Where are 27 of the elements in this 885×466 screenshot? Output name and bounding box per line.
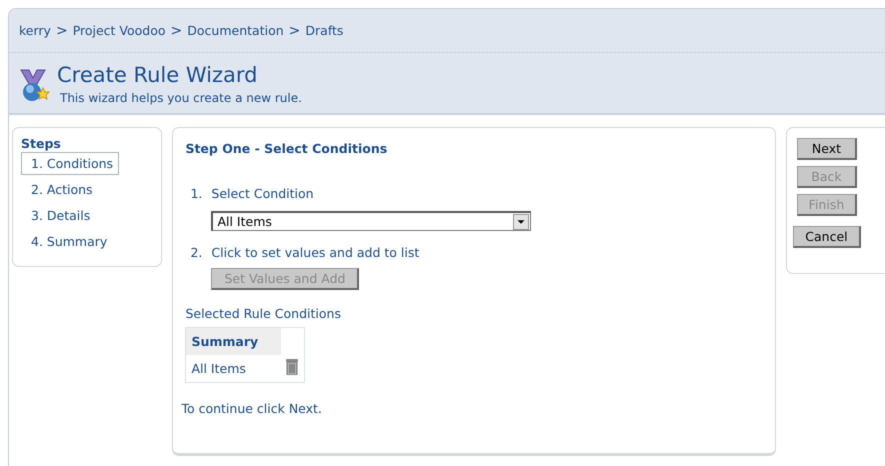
step-title: Step One - Select Conditions	[185, 141, 388, 156]
step-number: 1.	[190, 186, 202, 201]
wizard-button[interactable]: Next	[796, 138, 857, 160]
wizard-subtitle: This wizard helps you create a new rule.	[59, 91, 302, 105]
breadcrumb-link[interactable]: Project Voodoo	[72, 23, 166, 38]
breadcrumb-link[interactable]: Documentation	[187, 23, 284, 38]
step-number: 2.	[190, 245, 202, 260]
wizard-button[interactable]: Cancel	[792, 226, 861, 248]
column-header: Summary	[186, 328, 281, 355]
breadcrumb-link[interactable]: kerry	[19, 23, 51, 38]
step-item[interactable]: 4. Summary	[21, 230, 114, 253]
breadcrumb-separator: >	[170, 22, 182, 38]
table-cell: All Items	[186, 355, 281, 382]
condition-select[interactable]: All Items	[211, 211, 532, 231]
breadcrumb-separator: >	[56, 22, 68, 38]
step-item[interactable]: 1. Conditions	[21, 152, 120, 175]
field-label: Click to set values and add to list	[211, 245, 420, 260]
step-item[interactable]: 2. Actions	[21, 178, 99, 201]
instruction-text: To continue click Next.	[181, 401, 323, 416]
section-label: Selected Rule Conditions	[185, 306, 342, 321]
field-label: Select Condition	[211, 186, 314, 201]
breadcrumb-link[interactable]: Drafts	[305, 23, 344, 38]
step-item[interactable]: 3. Details	[21, 204, 96, 227]
breadcrumb-separator: >	[288, 22, 300, 38]
wizard-title: Create Rule Wizard	[57, 63, 258, 87]
steps-title: Steps	[21, 136, 61, 151]
trash-icon[interactable]	[286, 358, 298, 375]
